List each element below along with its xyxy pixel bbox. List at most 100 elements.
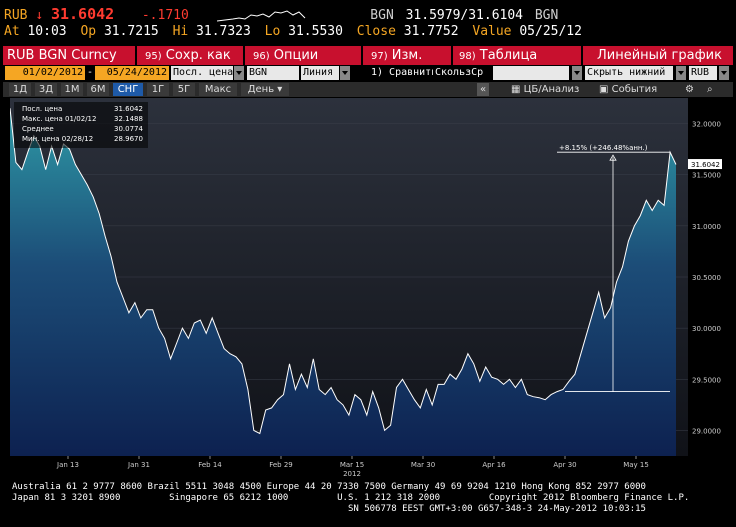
x-axis: Jan 13 Jan 31 Feb 14 Feb 29 Mar 15 Mar 30 Apr … (56, 456, 649, 478)
hide-lower-select[interactable]: Скрыть нижний (585, 66, 673, 80)
divider (581, 46, 583, 65)
ask-source: BGN (534, 8, 559, 23)
last-price-marker: 31.6042 (688, 159, 722, 170)
quote-details: At 10:03 Op 31.7215 Hi 31.7323 Lo 31.553… (4, 24, 582, 40)
price-change: -.1710 (141, 8, 189, 23)
hi-value: 31.7323 (196, 24, 251, 39)
x-tick-label: Jan 13 (56, 461, 79, 469)
field-select[interactable]: Посл. цена (171, 66, 233, 80)
events-button[interactable]: ▣ События (599, 83, 657, 96)
edit-button[interactable]: 97) Изм. (371, 46, 422, 65)
tab-1d[interactable]: 1Д (9, 83, 31, 96)
down-arrow-icon: ↓ (35, 8, 44, 23)
legend-value: 32.1488 (114, 115, 143, 123)
last-price: 31.6042 (50, 5, 115, 23)
tab-1y[interactable]: 1Г (147, 83, 169, 96)
legend-value: 28.9670 (114, 135, 143, 143)
close-label: Close (356, 24, 396, 39)
y-tick-label: 29.0000 (692, 427, 721, 435)
value-date: 05/25/12 (519, 24, 582, 39)
x-tick-label: Jan 31 (127, 461, 150, 469)
footer-line: SN 506778 EEST GMT+3:00 G657-348-3 24-Ma… (12, 504, 646, 514)
open-value: 31.7215 (103, 24, 159, 39)
blank-dropdown-icon[interactable] (572, 66, 582, 80)
field-dropdown-icon[interactable] (234, 66, 244, 80)
back-button[interactable]: « (477, 83, 489, 96)
analysis-button[interactable]: ▦ ЦБ/Анализ (511, 83, 579, 96)
chart-legend: Посл. цена 31.6042 Макс. цена 01/02/12 3… (14, 102, 148, 148)
divider (361, 46, 363, 65)
params-bar: 01/02/2012 - 05/24/2012 Посл. цена BGN Л… (3, 66, 733, 81)
date-dash: - (86, 66, 94, 80)
date-from-field[interactable]: 01/02/2012 (5, 66, 85, 80)
time-value: 10:03 (27, 24, 67, 39)
legend-label: Мин. цена 02/28/12 (22, 135, 93, 143)
lo-value: 31.5530 (288, 24, 343, 39)
legend-label: Среднее (22, 125, 54, 133)
currency-select[interactable]: RUB (689, 66, 717, 80)
save-as-button[interactable]: 95) Сохр. как (145, 46, 231, 65)
blank-field[interactable] (493, 66, 569, 80)
lo-label: Lo (264, 24, 281, 39)
moving-average-button[interactable]: СкользСр (435, 66, 490, 80)
footer: Australia 61 2 9777 8600 Brazil 5511 304… (12, 482, 689, 515)
footer-line: Australia 61 2 9777 8600 Brazil 5511 304… (12, 482, 646, 492)
tab-ytd[interactable]: СНГ (113, 83, 143, 96)
x-tick-label: Feb 29 (269, 461, 293, 469)
compare-button[interactable]: 1) Сравнить (371, 66, 433, 80)
legend-value: 30.0774 (114, 125, 143, 133)
x-tick-label: Apr 16 (482, 461, 506, 469)
legend-label: Посл. цена (22, 105, 62, 113)
x-tick-label: Feb 14 (198, 461, 222, 469)
legend-label: Макс. цена 01/02/12 (22, 115, 96, 123)
magnifier-icon[interactable]: ⌕ (707, 83, 713, 96)
footer-line: Japan 81 3 3201 8900 Singapore 65 6212 1… (12, 493, 690, 503)
style-dropdown-icon[interactable] (340, 66, 350, 80)
table-button[interactable]: 98) Таблица (459, 46, 537, 65)
source-select[interactable]: BGN (247, 66, 299, 80)
last-price-label: 31.6042 (691, 161, 720, 169)
legend-item: Мин. цена 02/28/12 28.9670 (22, 135, 143, 143)
period-select[interactable]: День ▾ (241, 83, 289, 96)
open-label: Op (80, 24, 97, 39)
quote-header: RUB ↓ 31.6042 -.1710 BGN 31.5979/31.6104… (4, 6, 558, 24)
events-icon: ▣ (599, 84, 609, 95)
gear-icon[interactable]: ⚙ (685, 83, 694, 96)
x-tick-label: May 15 (623, 461, 649, 469)
date-to-field[interactable]: 05/24/2012 (95, 66, 169, 80)
tab-max[interactable]: Макс (199, 83, 237, 96)
x-tick-label: Mar 15 (340, 461, 364, 469)
y-tick-label: 29.5000 (692, 376, 721, 384)
tab-6m[interactable]: 6М (87, 83, 109, 96)
hi-label: Hi (172, 24, 189, 39)
ticker[interactable]: RUB (4, 8, 27, 23)
period-tabs: 1Д 3Д 1М 6М СНГ 1Г 5Г Макс День ▾ « ▦ ЦБ… (3, 82, 733, 97)
x-year-label: 2012 (343, 470, 361, 478)
price-chart[interactable]: +8.15% (+246.48%анн.) 32.0000 31.5000 31.0… (10, 98, 732, 478)
divider (243, 46, 245, 65)
y-axis: 32.0000 31.5000 31.0000 30.5000 30.0000 29.50… (688, 121, 722, 435)
x-tick-label: Mar 30 (411, 461, 435, 469)
options-button[interactable]: 96) Опции (253, 46, 318, 65)
chart-name: Линейный график (597, 48, 722, 63)
chart-icon: ▦ (511, 84, 521, 95)
bid-ask: 31.5979/31.6104 (405, 8, 524, 23)
tab-1m[interactable]: 1М (61, 83, 83, 96)
at-label: At (4, 24, 20, 39)
divider (451, 46, 453, 65)
x-tick-label: Apr 30 (553, 461, 576, 469)
divider (135, 46, 137, 65)
tab-5y[interactable]: 5Г (173, 83, 195, 96)
legend-value: 31.6042 (114, 105, 143, 113)
bid-source: BGN (370, 8, 394, 23)
security-name[interactable]: RUB BGN Curncy (7, 46, 117, 65)
value-date-label: Value (472, 24, 512, 39)
hide-dropdown-icon[interactable] (676, 66, 686, 80)
legend-item: Макс. цена 01/02/12 32.1488 (22, 115, 143, 123)
tab-3d[interactable]: 3Д (35, 83, 57, 96)
y-tick-label: 31.0000 (692, 223, 721, 231)
sparkline-icon (216, 9, 305, 21)
style-select[interactable]: Линия (301, 66, 339, 80)
currency-dropdown-icon[interactable] (719, 66, 729, 80)
y-tick-label: 30.5000 (692, 274, 721, 282)
